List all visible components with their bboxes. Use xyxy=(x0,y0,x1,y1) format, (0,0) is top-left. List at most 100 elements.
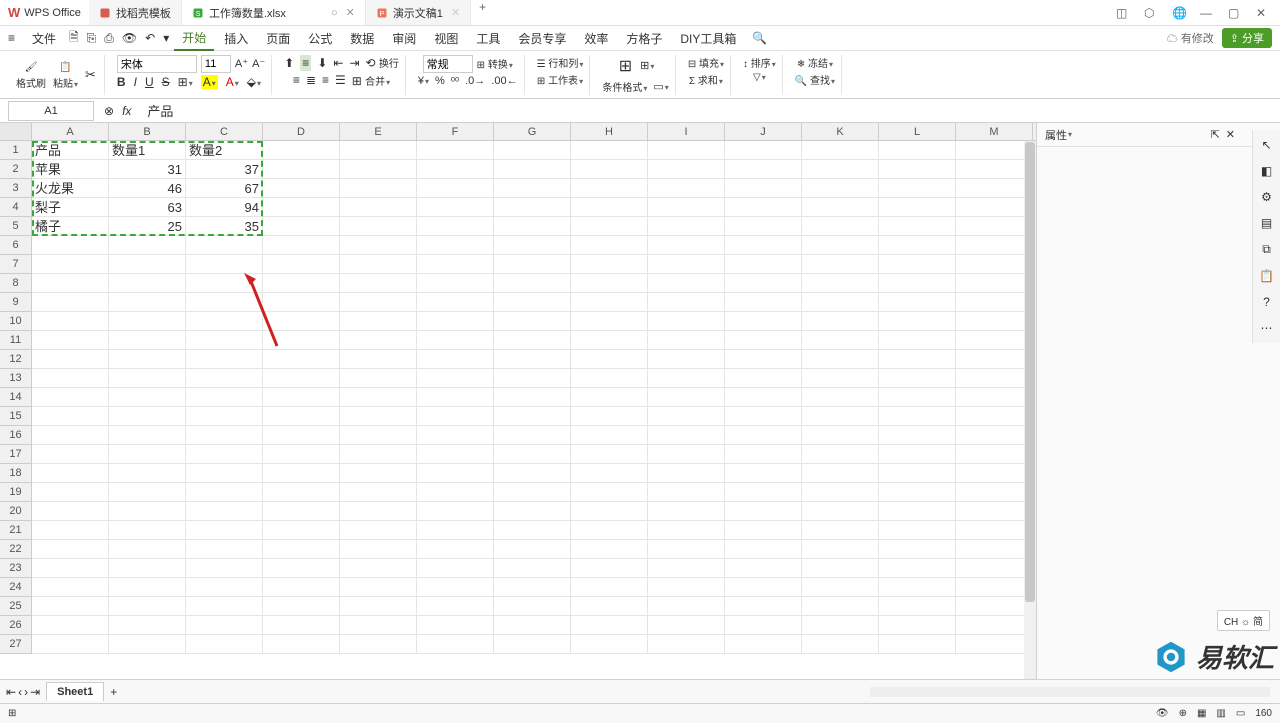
cell[interactable] xyxy=(879,255,956,274)
row-header[interactable]: 15 xyxy=(0,407,31,426)
cell[interactable] xyxy=(417,255,494,274)
cell[interactable] xyxy=(109,331,186,350)
cell[interactable] xyxy=(32,464,109,483)
undo-icon[interactable]: ↶ xyxy=(142,31,158,45)
cell[interactable] xyxy=(802,407,879,426)
cell[interactable] xyxy=(263,578,340,597)
cell[interactable] xyxy=(263,350,340,369)
decimal-dec-icon[interactable]: .00← xyxy=(491,75,517,87)
cell[interactable] xyxy=(879,179,956,198)
cell[interactable] xyxy=(263,616,340,635)
cell[interactable] xyxy=(648,407,725,426)
cell[interactable] xyxy=(263,217,340,236)
redo-icon[interactable]: ▾ xyxy=(160,31,172,45)
cell[interactable] xyxy=(802,179,879,198)
cell[interactable] xyxy=(571,464,648,483)
cell[interactable] xyxy=(263,540,340,559)
cell[interactable] xyxy=(802,635,879,654)
fill-button[interactable]: ⊟ 填充▾ xyxy=(688,55,724,70)
align-bottom-icon[interactable]: ⬇ xyxy=(317,56,327,70)
row-header[interactable]: 18 xyxy=(0,464,31,483)
cell[interactable] xyxy=(186,464,263,483)
new-icon[interactable]: 🗎 xyxy=(66,28,82,49)
cell[interactable] xyxy=(956,502,1033,521)
cell[interactable] xyxy=(32,521,109,540)
cell[interactable] xyxy=(186,255,263,274)
cell[interactable] xyxy=(32,293,109,312)
font-color-button[interactable]: A▾ xyxy=(226,75,239,89)
cell[interactable] xyxy=(956,559,1033,578)
percent-icon[interactable]: % xyxy=(435,75,445,87)
cell[interactable] xyxy=(879,388,956,407)
cell[interactable] xyxy=(802,217,879,236)
cell[interactable] xyxy=(648,350,725,369)
cell[interactable] xyxy=(340,217,417,236)
col-header[interactable]: A xyxy=(32,123,109,140)
cell[interactable] xyxy=(109,274,186,293)
cell[interactable] xyxy=(802,198,879,217)
close-icon[interactable]: ✕ xyxy=(451,6,460,19)
align-left-icon[interactable]: ≡ xyxy=(293,73,300,87)
wrap-text-button[interactable]: ⟲ 换行 xyxy=(366,55,399,70)
cell[interactable] xyxy=(263,274,340,293)
cell[interactable] xyxy=(32,255,109,274)
cut-button[interactable]: ✂ xyxy=(83,66,98,84)
cell[interactable] xyxy=(340,198,417,217)
cell[interactable] xyxy=(956,141,1033,160)
cell[interactable] xyxy=(802,255,879,274)
cell[interactable] xyxy=(340,407,417,426)
cell[interactable] xyxy=(879,274,956,293)
cell[interactable] xyxy=(802,540,879,559)
cell[interactable]: 94 xyxy=(186,198,263,217)
cell[interactable] xyxy=(571,198,648,217)
cell[interactable] xyxy=(340,521,417,540)
cell[interactable] xyxy=(186,312,263,331)
cell[interactable] xyxy=(263,141,340,160)
cell[interactable]: 苹果 xyxy=(32,160,109,179)
cell[interactable] xyxy=(340,312,417,331)
cell[interactable] xyxy=(648,445,725,464)
hamburger-icon[interactable]: ≡ xyxy=(8,31,22,45)
cell[interactable] xyxy=(725,540,802,559)
fx-icon[interactable]: fx xyxy=(122,104,131,118)
row-header[interactable]: 2 xyxy=(0,160,31,179)
cell[interactable] xyxy=(648,616,725,635)
close-icon[interactable]: ✕ xyxy=(346,6,355,19)
cell[interactable] xyxy=(879,521,956,540)
cell[interactable] xyxy=(879,312,956,331)
cell[interactable] xyxy=(802,559,879,578)
table-style-button[interactable]: ⊞▾ xyxy=(640,59,654,72)
cell[interactable] xyxy=(109,521,186,540)
col-header[interactable]: J xyxy=(725,123,802,140)
cell[interactable] xyxy=(263,407,340,426)
cell[interactable] xyxy=(879,540,956,559)
cell[interactable] xyxy=(494,407,571,426)
format-table-button[interactable]: ▭▾ xyxy=(653,80,668,93)
cell[interactable] xyxy=(725,141,802,160)
cell[interactable] xyxy=(571,217,648,236)
cell[interactable] xyxy=(879,331,956,350)
row-header[interactable]: 22 xyxy=(0,540,31,559)
cell[interactable] xyxy=(725,236,802,255)
cell[interactable] xyxy=(32,597,109,616)
formula-input[interactable]: 产品 xyxy=(141,101,1280,120)
cell[interactable]: 25 xyxy=(109,217,186,236)
add-sheet-button[interactable]: + xyxy=(104,685,123,699)
fill-color-button[interactable]: ⬙▾ xyxy=(247,75,261,89)
layout-icon[interactable]: ◫ xyxy=(1116,6,1130,20)
cell[interactable] xyxy=(648,160,725,179)
cell[interactable] xyxy=(956,236,1033,255)
cell[interactable] xyxy=(879,407,956,426)
align-top-icon[interactable]: ⬆ xyxy=(284,56,294,70)
highlight-button[interactable]: A▾ xyxy=(201,75,218,89)
cell[interactable] xyxy=(340,350,417,369)
menu-data[interactable]: 数据 xyxy=(342,27,382,50)
cell[interactable] xyxy=(32,312,109,331)
cell[interactable] xyxy=(725,388,802,407)
link-tool-icon[interactable]: ⧉ xyxy=(1262,242,1271,257)
cell[interactable] xyxy=(340,502,417,521)
cell[interactable] xyxy=(32,616,109,635)
cell[interactable] xyxy=(263,198,340,217)
cell[interactable] xyxy=(494,540,571,559)
increase-font-icon[interactable]: A⁺ xyxy=(235,57,248,70)
